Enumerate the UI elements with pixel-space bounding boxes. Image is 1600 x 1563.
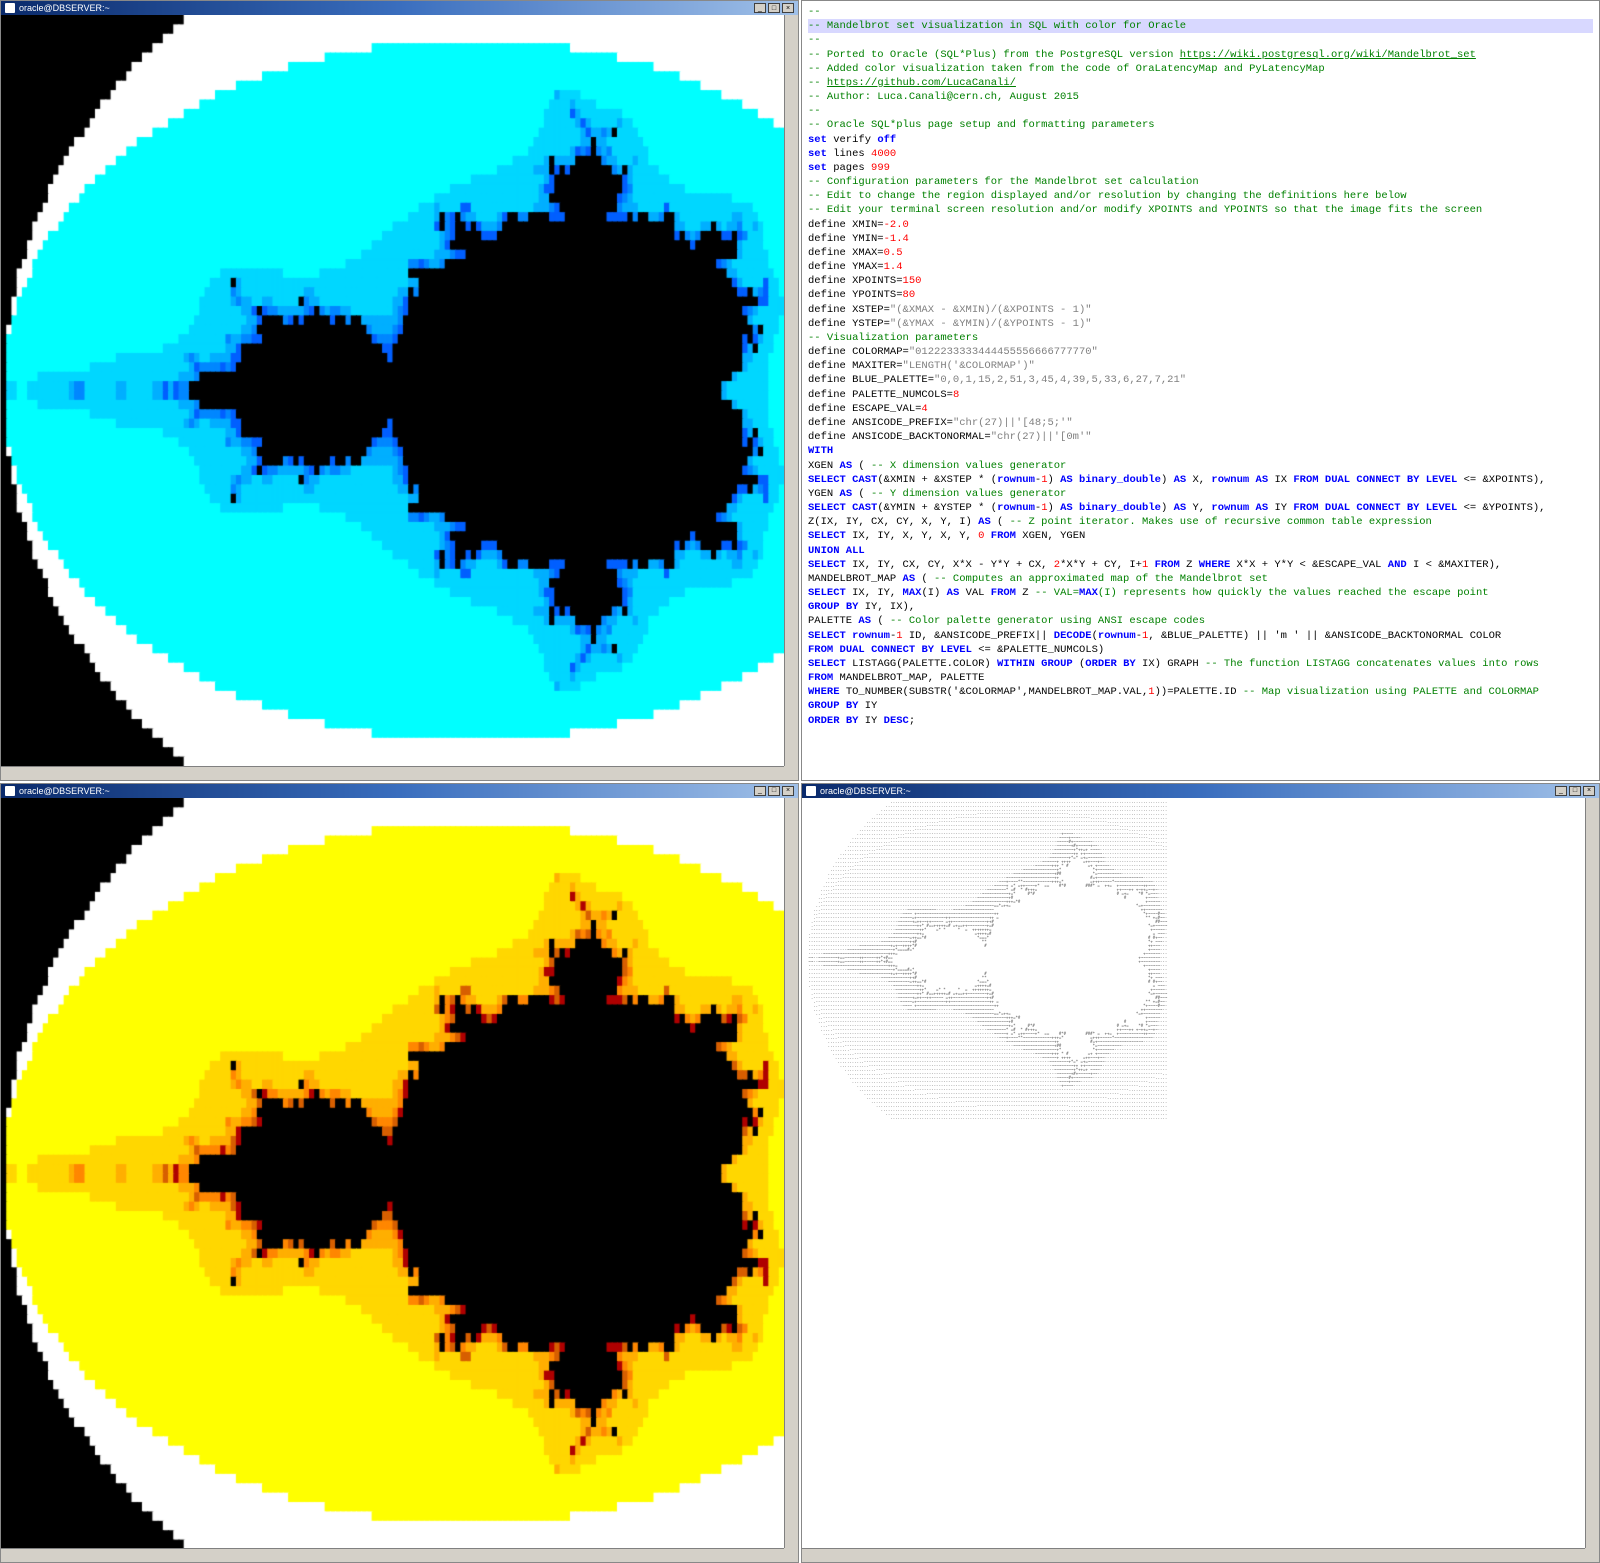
titlebar-text-br: oracle@DBSERVER:~ — [820, 786, 1555, 796]
titlebar-text-tl: oracle@DBSERVER:~ — [19, 3, 754, 13]
horizontal-scrollbar[interactable] — [802, 1548, 1585, 1562]
scrollbar-corner — [784, 1548, 798, 1562]
scrollbar-corner — [1585, 1548, 1599, 1562]
mandelbrot-yellow-canvas — [1, 798, 784, 1549]
app-icon — [5, 786, 15, 796]
scrollbar-corner — [784, 766, 798, 780]
mandelbrot-ascii-output: ........................................… — [802, 798, 1599, 1563]
terminal-ascii-mandelbrot: oracle@DBSERVER:~ _ □ × ................… — [801, 783, 1600, 1563]
app-icon — [5, 3, 15, 13]
horizontal-scrollbar[interactable] — [1, 1548, 784, 1562]
maximize-button[interactable]: □ — [768, 3, 780, 13]
terminal-yellow-mandelbrot: oracle@DBSERVER:~ _ □ × — [0, 783, 799, 1563]
minimize-button[interactable]: _ — [754, 3, 766, 13]
close-button[interactable]: × — [1583, 786, 1595, 796]
vertical-scrollbar[interactable] — [1585, 798, 1599, 1549]
maximize-button[interactable]: □ — [768, 786, 780, 796]
titlebar-br[interactable]: oracle@DBSERVER:~ _ □ × — [802, 784, 1599, 798]
titlebar-tl[interactable]: oracle@DBSERVER:~ _ □ × — [1, 1, 798, 15]
mandelbrot-blue-canvas — [1, 15, 784, 766]
ascii-output-text: ........................................… — [806, 800, 1595, 1120]
vertical-scrollbar[interactable] — [784, 798, 798, 1549]
maximize-button[interactable]: □ — [1569, 786, 1581, 796]
app-icon — [806, 786, 816, 796]
close-button[interactable]: × — [782, 3, 794, 13]
minimize-button[interactable]: _ — [1555, 786, 1567, 796]
close-button[interactable]: × — [782, 786, 794, 796]
sql-source-pane: ---- Mandelbrot set visualization in SQL… — [801, 0, 1600, 781]
horizontal-scrollbar[interactable] — [1, 766, 784, 780]
titlebar-text-bl: oracle@DBSERVER:~ — [19, 786, 754, 796]
minimize-button[interactable]: _ — [754, 786, 766, 796]
titlebar-bl[interactable]: oracle@DBSERVER:~ _ □ × — [1, 784, 798, 798]
vertical-scrollbar[interactable] — [784, 15, 798, 766]
terminal-blue-mandelbrot: oracle@DBSERVER:~ _ □ × — [0, 0, 799, 781]
